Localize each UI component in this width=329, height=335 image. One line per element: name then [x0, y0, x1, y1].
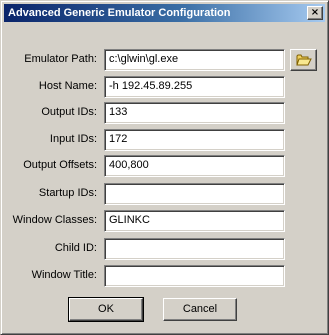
- host-name-row: Host Name: -h 192.45.89.255: [1, 76, 329, 100]
- input-ids-label: Input IDs:: [49, 133, 97, 145]
- window-classes-row: Window Classes: GLINKC: [1, 210, 329, 234]
- window-title-label: Window Title:: [31, 269, 97, 281]
- child-id-label: Child ID:: [54, 242, 97, 254]
- child-id-field[interactable]: [104, 238, 285, 260]
- host-name-label: Host Name:: [38, 80, 97, 92]
- window-title-row: Window Title:: [1, 265, 329, 289]
- close-icon: ×: [310, 7, 320, 18]
- emulator-path-row: Emulator Path: c:\glwin\gl.exe: [1, 49, 329, 73]
- startup-ids-row: Startup IDs:: [1, 183, 329, 207]
- window-classes-label: Window Classes:: [12, 214, 97, 226]
- output-ids-row: Output IDs: 133: [1, 102, 329, 126]
- output-ids-label: Output IDs:: [41, 106, 97, 118]
- cancel-button[interactable]: Cancel: [163, 298, 237, 321]
- startup-ids-field[interactable]: [104, 183, 285, 205]
- input-ids-row: Input IDs: 172: [1, 129, 329, 153]
- output-offsets-label: Output Offsets:: [23, 159, 97, 171]
- config-dialog: Advanced Generic Emulator Configuration …: [0, 0, 329, 335]
- input-ids-field[interactable]: 172: [104, 129, 285, 151]
- browse-button[interactable]: [290, 49, 317, 71]
- startup-ids-label: Startup IDs:: [38, 187, 97, 199]
- output-offsets-row: Output Offsets: 400,800: [1, 155, 329, 179]
- title-bar: Advanced Generic Emulator Configuration …: [4, 4, 325, 22]
- emulator-path-field[interactable]: c:\glwin\gl.exe: [104, 49, 285, 71]
- emulator-path-label: Emulator Path:: [24, 53, 97, 65]
- open-folder-icon: [296, 54, 312, 66]
- window-title: Advanced Generic Emulator Configuration: [8, 7, 231, 19]
- close-button[interactable]: ×: [307, 6, 323, 20]
- output-offsets-field[interactable]: 400,800: [104, 155, 285, 177]
- window-title-field[interactable]: [104, 265, 285, 287]
- window-classes-field[interactable]: GLINKC: [104, 210, 285, 232]
- child-id-row: Child ID:: [1, 238, 329, 262]
- output-ids-field[interactable]: 133: [104, 102, 285, 124]
- ok-button[interactable]: OK: [68, 297, 144, 322]
- host-name-field[interactable]: -h 192.45.89.255: [104, 76, 285, 98]
